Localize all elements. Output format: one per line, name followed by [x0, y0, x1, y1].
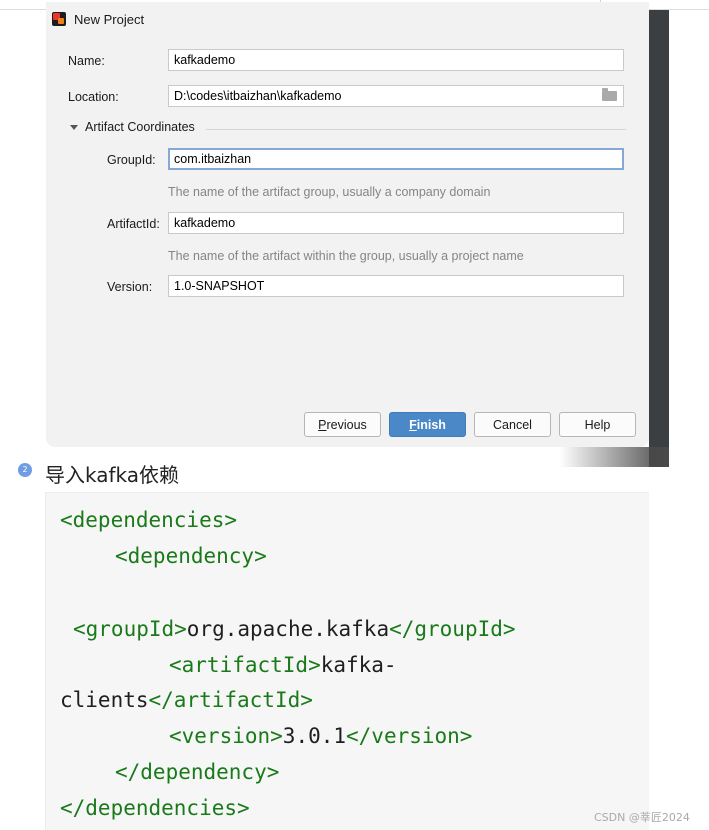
step-title: 导入kafka依赖 — [45, 463, 180, 487]
xml-text: org.apache.kafka — [186, 617, 390, 641]
location-label: Location: — [68, 90, 119, 104]
groupid-value: com.itbaizhan — [174, 152, 252, 166]
xml-tag: <groupId> — [73, 617, 187, 641]
location-input[interactable]: D:\codes\itbaizhan\kafkademo — [168, 85, 624, 107]
code-block: <dependencies> <dependency> <groupId>org… — [45, 492, 649, 830]
xml-tag: <version> — [169, 724, 283, 748]
location-value: D:\codes\itbaizhan\kafkademo — [174, 89, 342, 103]
xml-text: 3.0.1 — [282, 724, 347, 748]
xml-text: clients — [60, 688, 149, 712]
code-line-4: <artifactId>kafka- — [169, 652, 397, 678]
xml-tag: <artifactId> — [169, 653, 321, 677]
xml-tag: </groupId> — [389, 617, 516, 641]
previous-mnemonic: P — [318, 417, 327, 432]
name-input[interactable]: kafkademo — [168, 49, 624, 71]
version-input[interactable]: 1.0-SNAPSHOT — [168, 275, 624, 297]
section-label: Artifact Coordinates — [85, 120, 195, 134]
browse-folder-icon[interactable] — [602, 88, 617, 101]
code-line-6: <version>3.0.1</version> — [169, 723, 472, 749]
xml-tag: </artifactId> — [148, 688, 313, 712]
cancel-button[interactable]: Cancel — [474, 412, 551, 437]
name-value: kafkademo — [174, 53, 236, 67]
version-label: Version: — [107, 280, 153, 294]
help-label: Help — [584, 417, 611, 432]
name-label: Name: — [68, 54, 105, 68]
finish-label: inish — [416, 417, 446, 432]
dialog-title: New Project — [74, 11, 145, 27]
new-project-dialog: New Project Name: kafkademo Location: D:… — [46, 2, 649, 447]
csdn-watermark: CSDN @莘匠2024 — [594, 811, 690, 824]
groupid-hint: The name of the artifact group, usually … — [168, 185, 491, 199]
previous-button[interactable]: Previous — [304, 412, 381, 437]
xml-tag: </version> — [346, 724, 473, 748]
xml-tag: </dependencies> — [60, 796, 250, 820]
artifactid-input[interactable]: kafkademo — [168, 212, 624, 234]
xml-text: kafka- — [320, 653, 397, 677]
code-line-7: </dependency> — [115, 759, 279, 785]
code-line-5: clients</artifactId> — [60, 687, 313, 713]
previous-label: revious — [326, 417, 367, 432]
artifact-coordinates-toggle[interactable]: Artifact Coordinates — [70, 120, 195, 134]
artifactid-value: kafkademo — [174, 216, 236, 230]
background-window-edge — [649, 10, 669, 467]
code-line-1: <dependencies> — [60, 507, 237, 533]
groupid-label: GroupId: — [107, 153, 156, 167]
code-line-8: </dependencies> — [60, 795, 250, 821]
step-number-badge: 2 — [18, 463, 32, 477]
dialog-title-bar: New Project — [52, 10, 144, 28]
intellij-logo-icon — [52, 12, 66, 26]
finish-button[interactable]: Finish — [389, 412, 466, 437]
cancel-label: Cancel — [493, 417, 532, 432]
help-button[interactable]: Help — [559, 412, 636, 437]
collapse-triangle-icon — [70, 124, 78, 130]
artifactid-hint: The name of the artifact within the grou… — [168, 249, 524, 263]
xml-tag: </dependency> — [115, 760, 280, 784]
groupid-input[interactable]: com.itbaizhan — [168, 148, 624, 170]
artifactid-label: ArtifactId: — [107, 217, 160, 231]
code-line-2: <dependency> — [115, 543, 267, 569]
dialog-shadow — [560, 447, 669, 467]
code-line-3: <groupId>org.apache.kafka</groupId> — [73, 616, 516, 642]
finish-mnemonic: F — [409, 417, 417, 432]
xml-tag: <dependency> — [115, 544, 267, 568]
version-value: 1.0-SNAPSHOT — [174, 279, 265, 293]
xml-tag: <dependencies> — [60, 508, 238, 532]
section-divider — [206, 129, 626, 130]
